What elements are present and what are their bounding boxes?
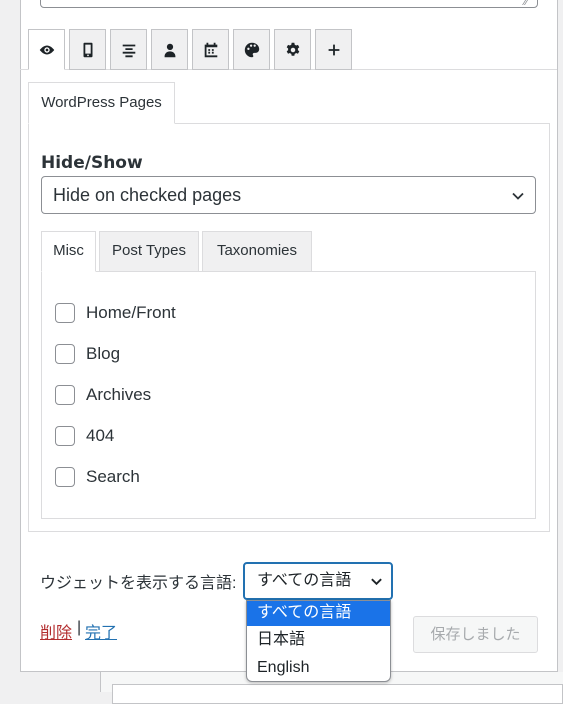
chevron-down-icon: [370, 564, 383, 598]
checkbox[interactable]: [55, 426, 75, 446]
tab-taxonomies[interactable]: Taxonomies: [202, 231, 312, 272]
checkbox[interactable]: [55, 385, 75, 405]
tab-schedule[interactable]: [192, 29, 229, 70]
tab-users[interactable]: [151, 29, 188, 70]
align-center-icon: [122, 44, 135, 57]
textarea-field[interactable]: [40, 0, 538, 8]
checkbox-row-blog[interactable]: Blog: [55, 343, 120, 365]
tab-wordpress-pages[interactable]: WordPress Pages: [28, 82, 175, 124]
tab-misc[interactable]: Misc: [41, 231, 96, 272]
language-label: ウジェットを表示する言語:: [40, 575, 237, 592]
tab-visibility[interactable]: [28, 29, 65, 70]
language-dropdown-list: すべての言語 日本語 English: [246, 600, 391, 682]
resize-handle-icon[interactable]: ⁄⁄: [516, 0, 536, 7]
hide-show-value: Hide on checked pages: [53, 185, 242, 205]
eye-icon: [39, 45, 54, 54]
checkbox-label: 404: [86, 426, 115, 445]
tab-add[interactable]: [315, 29, 352, 70]
checkbox[interactable]: [55, 467, 75, 487]
language-option[interactable]: すべての言語: [247, 601, 390, 626]
language-selected-value: すべての言語: [257, 572, 352, 589]
language-option[interactable]: English: [247, 656, 390, 681]
hide-show-label: Hide/Show: [41, 153, 143, 173]
checkbox[interactable]: [55, 344, 75, 364]
checkbox-row-home-front[interactable]: Home/Front: [55, 302, 176, 324]
checkbox-row-404[interactable]: 404: [55, 425, 114, 447]
palette-icon: [244, 42, 259, 57]
tab-settings[interactable]: [274, 29, 311, 70]
tab-styles[interactable]: [233, 29, 270, 70]
done-link[interactable]: 完了: [85, 619, 117, 643]
tab-devices[interactable]: [69, 29, 106, 70]
checkbox-row-search[interactable]: Search: [55, 466, 140, 488]
plus-icon: [328, 44, 339, 55]
language-option[interactable]: 日本語: [247, 628, 390, 653]
gear-icon: [286, 42, 299, 56]
checkbox-row-archives[interactable]: Archives: [55, 384, 151, 406]
tab-alignment[interactable]: [110, 29, 147, 70]
calendar-icon: [204, 42, 217, 57]
checkbox-label: Archives: [86, 385, 152, 404]
checkbox-label: Blog: [86, 344, 121, 363]
checkbox-label: Search: [86, 467, 140, 486]
checkbox[interactable]: [55, 303, 75, 323]
admin-background: [0, 0, 22, 692]
hide-show-select[interactable]: Hide on checked pages: [41, 176, 536, 214]
user-icon: [164, 43, 175, 57]
link-separator: |: [77, 619, 82, 636]
tab-post-types[interactable]: Post Types: [99, 231, 199, 272]
checkbox-label: Home/Front: [86, 303, 176, 322]
save-button[interactable]: 保存しました: [413, 616, 538, 653]
chevron-down-icon: [511, 177, 525, 213]
language-select[interactable]: すべての言語: [243, 562, 393, 600]
delete-link[interactable]: 削除: [40, 619, 72, 643]
next-widget-box: [112, 684, 563, 704]
mobile-icon: [83, 42, 92, 57]
